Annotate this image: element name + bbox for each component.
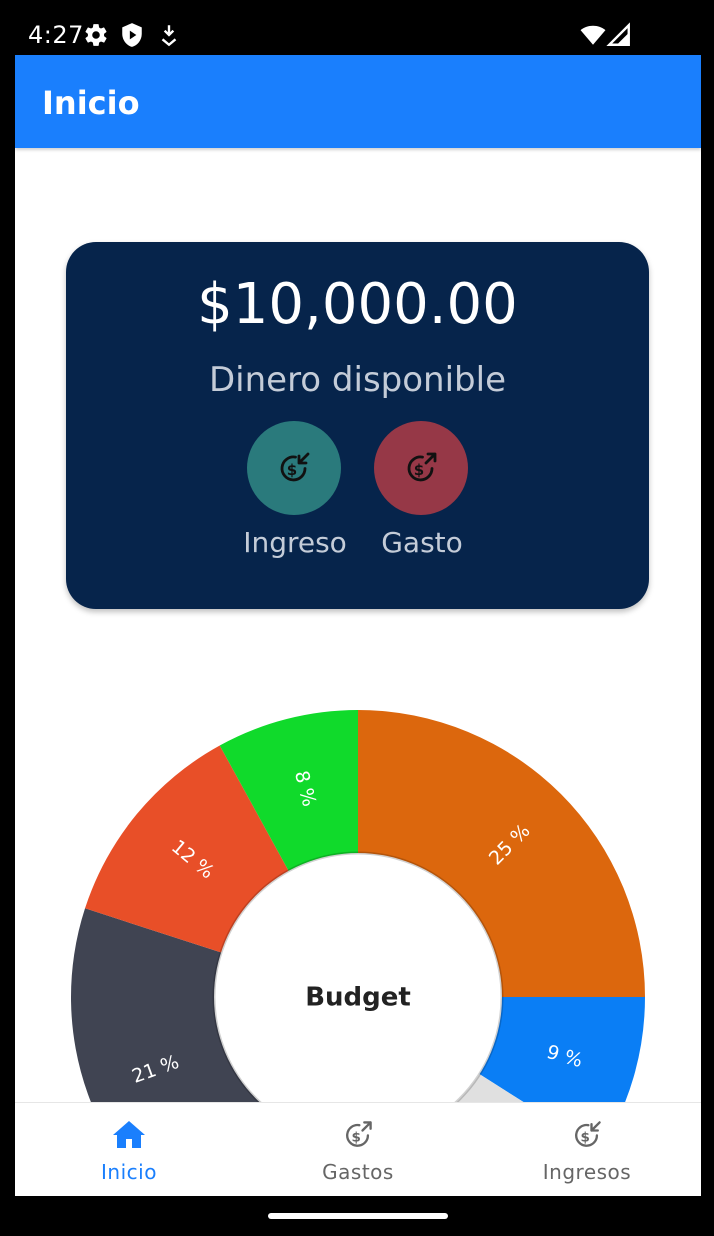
add-expense-button[interactable]: $ — [374, 421, 468, 515]
app-bar: Inicio — [15, 55, 701, 148]
budget-chart: 25 %9 %25 %21 %12 %8 %Budget — [15, 655, 701, 1102]
page-title: Inicio — [42, 84, 140, 122]
nav-label-ingresos: Ingresos — [542, 1160, 632, 1184]
app-screen: Inicio $10,000.00 Dinero disponible $ $ … — [15, 55, 701, 1196]
balance-amount: $10,000.00 — [197, 272, 518, 337]
bottom-navigation: Inicio $ Gastos $ Ingresos — [15, 1102, 701, 1196]
balance-card: $10,000.00 Dinero disponible $ $ Ingreso… — [66, 242, 649, 609]
chart-center-label: Budget — [305, 983, 411, 1013]
budget-donut-chart: 25 %9 %25 %21 %12 %8 %Budget — [71, 710, 645, 1102]
add-income-button[interactable]: $ — [247, 421, 341, 515]
gear-icon — [85, 24, 107, 46]
status-time: 4:27 — [28, 21, 84, 49]
nav-item-ingresos[interactable]: $ Ingresos — [473, 1103, 701, 1196]
nav-label-inicio: Inicio — [101, 1160, 157, 1184]
income-button-label: Ingreso — [243, 526, 347, 559]
balance-label: Dinero disponible — [208, 360, 506, 400]
income-icon: $ — [280, 452, 310, 482]
signal-icon — [606, 22, 630, 46]
expense-icon: $ — [407, 452, 437, 482]
home-gesture-handle[interactable] — [268, 1213, 448, 1219]
home-icon — [113, 1121, 145, 1148]
expense-button-label: Gasto — [381, 526, 463, 559]
system-navigation-bar — [0, 1196, 714, 1236]
income-icon: $ — [575, 1121, 601, 1147]
expense-icon: $ — [346, 1121, 372, 1147]
svg-text:$: $ — [414, 461, 424, 479]
wifi-icon — [580, 25, 606, 45]
svg-text:$: $ — [580, 1129, 589, 1145]
svg-text:$: $ — [351, 1129, 360, 1145]
svg-text:$: $ — [287, 461, 297, 479]
shield-icon — [122, 23, 142, 47]
download-icon — [161, 25, 177, 47]
nav-item-inicio[interactable]: Inicio — [15, 1103, 243, 1196]
nav-label-gastos: Gastos — [322, 1160, 394, 1184]
nav-item-gastos[interactable]: $ Gastos — [244, 1103, 472, 1196]
status-bar: 4:27 — [0, 0, 714, 55]
